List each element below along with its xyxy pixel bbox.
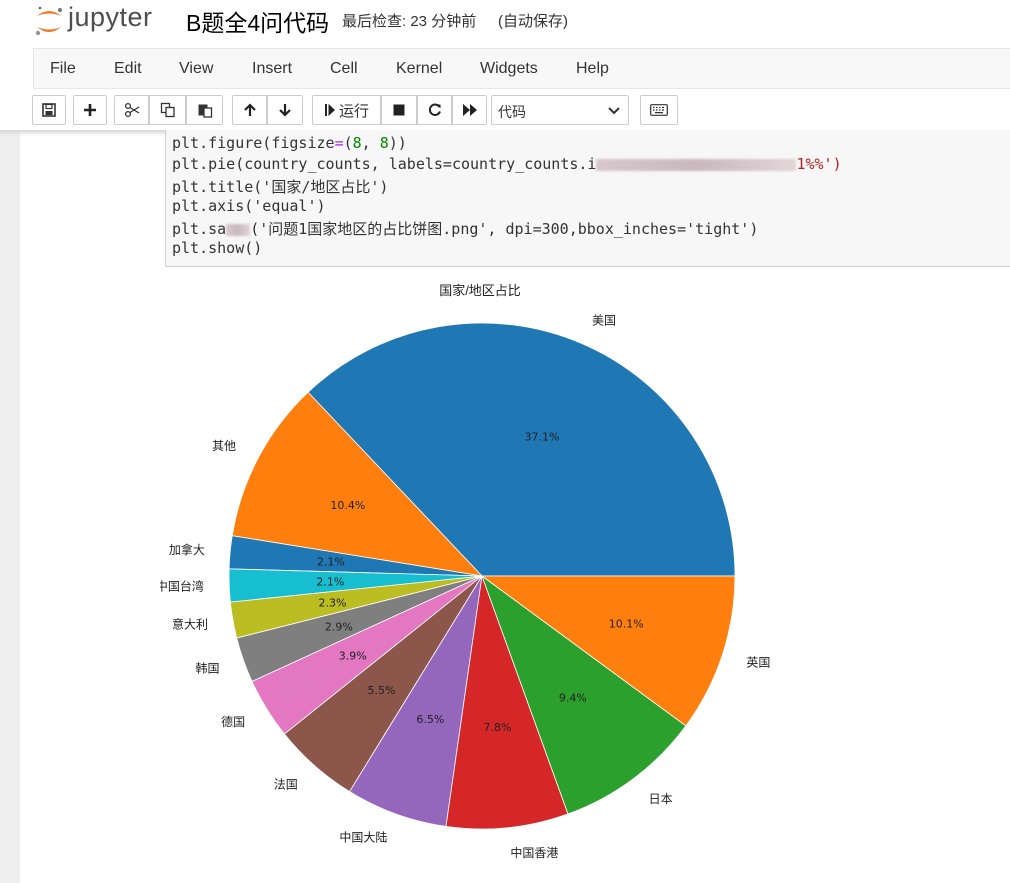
pie-percent-label: 9.4% bbox=[559, 692, 587, 705]
autosave-status: (自动保存) bbox=[498, 13, 568, 30]
cell-type-select[interactable]: 代码 bbox=[491, 95, 629, 125]
pie-chart: 美国 37.1% 其他 10.4% 加拿大 2.1% 中国台湾 2.1% 意大利 2.3% 韩国 2.… bbox=[160, 313, 770, 860]
menu-help[interactable]: Help bbox=[576, 60, 609, 78]
arrow-down-icon bbox=[279, 104, 291, 117]
chevron-down-icon bbox=[608, 107, 620, 115]
pie-label: 中国大陆 bbox=[339, 830, 387, 845]
menu-cell[interactable]: Cell bbox=[330, 60, 358, 78]
pie-label: 韩国 bbox=[196, 661, 220, 676]
restart-run-all-button[interactable] bbox=[452, 95, 487, 125]
menu-insert[interactable]: Insert bbox=[252, 60, 292, 78]
code-line-2: plt.pie(country_counts, labels=country_c… bbox=[172, 155, 842, 173]
keyboard-icon bbox=[650, 104, 668, 116]
pie-percent-label: 37.1% bbox=[525, 431, 560, 444]
pie-percent-label: 2.1% bbox=[316, 576, 344, 589]
pie-label: 中国台湾 bbox=[160, 578, 204, 593]
code-line-3: plt.title('国家/地区占比') bbox=[172, 178, 389, 196]
pie-chart-output: 国家/地区占比 美国 37.1% 其他 10.4% 加拿大 2.1% 中国台湾 2.1% 意大利… bbox=[160, 270, 820, 870]
jupyter-wordmark: jupyter bbox=[68, 2, 153, 32]
save-icon bbox=[42, 103, 56, 117]
checkpoint-status: 最后检查: 23 分钟前 bbox=[342, 13, 477, 30]
restart-icon bbox=[428, 103, 441, 116]
save-button[interactable] bbox=[32, 95, 66, 125]
pie-percent-label: 2.3% bbox=[319, 597, 347, 610]
pie-label: 英国 bbox=[746, 656, 770, 670]
copy-button[interactable] bbox=[149, 95, 186, 125]
pie-percent-label: 7.8% bbox=[483, 721, 511, 734]
paste-button[interactable] bbox=[186, 95, 223, 125]
stop-icon bbox=[393, 104, 405, 116]
move-down-button[interactable] bbox=[267, 95, 303, 125]
pie-percent-label: 10.4% bbox=[330, 499, 365, 512]
pie-percent-label: 2.9% bbox=[325, 620, 353, 633]
notebook-title[interactable]: B题全4问代码 bbox=[186, 4, 329, 38]
cell-type-value: 代码 bbox=[498, 104, 526, 120]
pie-percent-label: 3.9% bbox=[339, 650, 367, 663]
menu-edit[interactable]: Edit bbox=[114, 60, 142, 78]
copy-icon bbox=[160, 102, 175, 118]
run-button[interactable]: 运行 bbox=[312, 95, 381, 125]
plus-icon bbox=[84, 104, 96, 116]
menu-kernel[interactable]: Kernel bbox=[396, 60, 442, 78]
menu-file[interactable]: File bbox=[50, 60, 76, 78]
pie-percent-label: 5.5% bbox=[368, 684, 396, 697]
restart-button[interactable] bbox=[417, 95, 452, 125]
menu-view[interactable]: View bbox=[179, 60, 213, 78]
arrow-up-icon bbox=[243, 103, 256, 116]
pie-label: 德国 bbox=[221, 714, 245, 729]
insert-cell-button[interactable] bbox=[73, 95, 107, 125]
header: jupyter B题全4问代码 最后检查: 23 分钟前 (自动保存) bbox=[0, 0, 1010, 48]
command-palette-button[interactable] bbox=[640, 95, 678, 125]
jupyter-logo-icon bbox=[35, 6, 62, 36]
pie-label: 美国 bbox=[592, 313, 616, 327]
code-line-4: plt.axis('equal') bbox=[172, 197, 326, 215]
code-line-6: plt.show() bbox=[172, 239, 263, 257]
run-label: 运行 bbox=[338, 102, 369, 120]
code-line-5: plt.sa ('问题1国家地区的占比饼图.png', dpi=300,bbox_… bbox=[172, 220, 759, 238]
cut-button[interactable] bbox=[114, 95, 149, 125]
move-up-button[interactable] bbox=[232, 95, 267, 125]
toolbar: 运行 代码 bbox=[0, 90, 1010, 130]
pie-label: 日本 bbox=[649, 792, 673, 806]
pie-percent-label: 6.5% bbox=[416, 713, 444, 726]
pie-label: 意大利 bbox=[172, 617, 208, 632]
menu-widgets[interactable]: Widgets bbox=[480, 60, 538, 78]
pie-label: 中国香港 bbox=[510, 845, 558, 860]
pie-label: 其他 bbox=[212, 439, 236, 453]
code-cell-input[interactable]: plt.figure(figsize=(8, 8)) plt.pie(count… bbox=[165, 130, 1010, 267]
pie-label: 法国 bbox=[274, 778, 298, 792]
run-icon bbox=[324, 104, 335, 116]
menubar: File Edit View Insert Cell Kernel Widget… bbox=[33, 48, 1010, 89]
pie-percent-label: 10.1% bbox=[609, 617, 644, 630]
fast-forward-icon bbox=[462, 104, 477, 116]
pie-label: 加拿大 bbox=[169, 542, 205, 557]
paste-icon bbox=[198, 104, 212, 118]
interrupt-button[interactable] bbox=[381, 95, 417, 125]
code-line-1: plt.figure(figsize=(8, 8)) bbox=[172, 134, 407, 152]
pie-percent-label: 2.1% bbox=[317, 556, 345, 569]
cut-icon bbox=[124, 102, 139, 118]
